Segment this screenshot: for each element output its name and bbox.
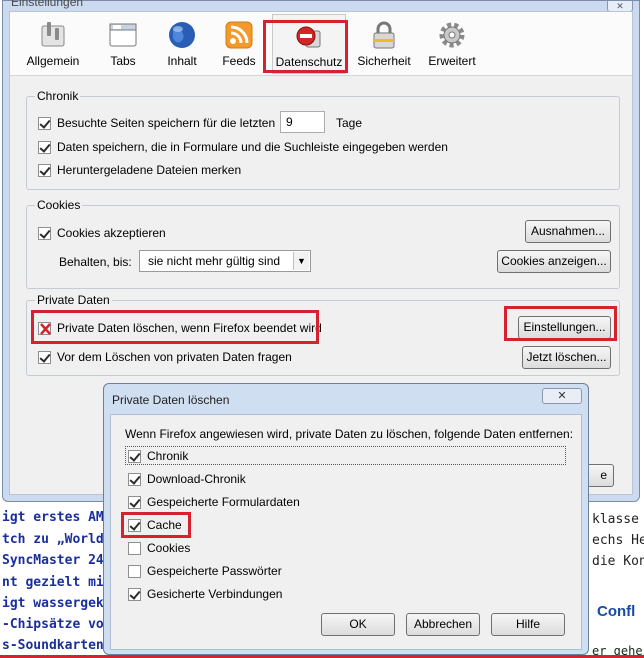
tab-feeds[interactable]: Feeds (216, 14, 262, 74)
save-form-data-row[interactable]: Daten speichern, die in Formulare und di… (38, 140, 448, 154)
clear-downloads-checkbox[interactable] (128, 472, 141, 486)
dialog-close-icon[interactable]: ✕ (542, 388, 582, 404)
clear-forms-checkbox[interactable] (128, 495, 141, 509)
bg-headline-link[interactable]: tch zu „World i (2, 532, 119, 547)
tab-inhalt[interactable]: Inhalt (158, 14, 206, 74)
clear-secure-connections-checkbox[interactable] (128, 587, 141, 601)
bg-article-link[interactable]: Confl (597, 603, 635, 620)
history-days-input[interactable] (280, 111, 325, 133)
accept-cookies-row[interactable]: Cookies akzeptieren (38, 226, 166, 240)
clear-item-label: Gespeicherte Passwörter (147, 564, 282, 578)
clear-item-form-data[interactable]: Gespeicherte Formulardaten (128, 495, 300, 509)
tab-erweitert[interactable]: Erweitert (424, 14, 480, 74)
bg-headline-link[interactable]: s-Soundkarten (2, 638, 104, 653)
tab-label: Inhalt (167, 54, 197, 68)
privacy-mask-icon (294, 21, 324, 51)
accept-cookies-label: Cookies akzeptieren (57, 226, 166, 240)
clear-item-cookies[interactable]: Cookies (128, 541, 190, 555)
bg-article-text: die Kon (592, 554, 644, 569)
clear-now-button[interactable]: Jetzt löschen... (522, 346, 611, 369)
focus-ring (125, 446, 566, 465)
tab-label: Erweitert (428, 54, 476, 68)
bg-article-text: echs Hea (592, 533, 644, 548)
save-form-data-checkbox[interactable] (38, 140, 51, 154)
clear-item-download-history[interactable]: Download-Chronik (128, 472, 246, 486)
bg-headline-link[interactable]: igt erstes AMD- (2, 510, 119, 525)
dialog-body: Wenn Firefox angewiesen wird, private Da… (110, 414, 582, 650)
tabs-window-icon (108, 20, 138, 50)
preferences-toolbar: Allgemein Tabs Inhalt Feeds Datenschutz … (10, 12, 632, 76)
accept-cookies-checkbox[interactable] (38, 226, 51, 240)
clear-item-label: Download-Chronik (147, 472, 246, 486)
chevron-down-icon: ▼ (293, 252, 309, 270)
history-legend: Chronik (35, 89, 81, 103)
tab-label: Tabs (110, 54, 136, 68)
remember-downloads-checkbox[interactable] (38, 163, 51, 177)
ask-before-clear-row[interactable]: Vor dem Löschen von privaten Daten frage… (38, 350, 292, 364)
ask-before-clear-label: Vor dem Löschen von privaten Daten frage… (57, 350, 292, 364)
clear-item-label: Gespeicherte Formulardaten (147, 495, 300, 509)
clear-cookies-checkbox[interactable] (128, 541, 141, 555)
clear-cache-checkbox[interactable] (128, 518, 141, 532)
clear-private-data-dialog: Private Daten löschen ✕ Wenn Firefox ang… (103, 383, 589, 655)
tab-label: Datenschutz (275, 55, 343, 69)
cookies-group: Cookies (26, 198, 620, 289)
keep-until-label: Behalten, bis: (59, 255, 132, 269)
cookie-exceptions-button[interactable]: Ausnahmen... (525, 220, 611, 243)
clear-item-history[interactable]: Chronik (128, 449, 188, 463)
globe-icon (167, 20, 197, 50)
gear-icon (437, 20, 467, 50)
window-title: Einstellungen (11, 0, 84, 9)
tab-label: Sicherheit (357, 54, 411, 68)
ok-button[interactable]: OK (321, 613, 395, 636)
clear-item-passwords[interactable]: Gespeicherte Passwörter (128, 564, 282, 578)
rss-icon (224, 20, 254, 50)
clear-passwords-checkbox[interactable] (128, 564, 141, 578)
ask-before-clear-checkbox[interactable] (38, 350, 51, 364)
clear-on-exit-label: Private Daten löschen, wenn Firefox been… (57, 321, 322, 335)
bg-headline-link[interactable]: -Chipsätze von (2, 617, 112, 632)
tab-datenschutz[interactable]: Datenschutz (272, 14, 346, 74)
remember-downloads-row[interactable]: Heruntergeladene Dateien merken (38, 163, 241, 177)
cancel-button[interactable]: Abbrechen (406, 613, 480, 636)
bg-article-text: klasse v (592, 512, 644, 527)
dialog-intro-text: Wenn Firefox angewiesen wird, private Da… (125, 427, 574, 441)
clear-item-label: Gesicherte Verbindungen (147, 587, 283, 601)
clear-item-label: Cache (147, 518, 182, 532)
clear-on-exit-checkbox[interactable] (38, 321, 51, 335)
save-form-data-label: Daten speichern, die in Formulare und di… (57, 140, 448, 154)
tab-allgemein[interactable]: Allgemein (22, 14, 84, 74)
red-x-icon (40, 322, 51, 335)
clear-item-label: Chronik (147, 449, 189, 463)
remember-visited-checkbox[interactable] (38, 116, 51, 130)
clear-history-checkbox[interactable] (128, 449, 141, 463)
days-unit-label: Tage (336, 116, 363, 130)
padlock-icon (369, 20, 399, 50)
keep-until-select[interactable]: sie nicht mehr gültig sind ▼ (139, 250, 311, 272)
clear-on-exit-row[interactable]: Private Daten löschen, wenn Firefox been… (38, 321, 322, 335)
tab-tabs[interactable]: Tabs (100, 14, 146, 74)
cookies-legend: Cookies (35, 198, 83, 212)
remember-downloads-label: Heruntergeladene Dateien merken (57, 163, 242, 177)
keep-until-value: sie nicht mehr gültig sind (148, 254, 281, 268)
tab-sicherheit[interactable]: Sicherheit (356, 14, 412, 74)
remember-visited-row[interactable]: Besuchte Seiten speichern für die letzte… (38, 116, 275, 130)
show-cookies-button[interactable]: Cookies anzeigen... (497, 250, 611, 273)
bg-headline-link[interactable]: SyncMaster 24 (2, 553, 104, 568)
remember-visited-label: Besuchte Seiten speichern für die letzte… (57, 116, 276, 130)
private-data-settings-button[interactable]: Einstellungen... (518, 316, 611, 339)
help-button[interactable]: Hilfe (491, 613, 565, 636)
clear-item-label: Cookies (147, 541, 191, 555)
private-data-legend: Private Daten (35, 293, 112, 307)
clear-item-secure-connections[interactable]: Gesicherte Verbindungen (128, 587, 282, 601)
tab-label: Allgemein (26, 54, 80, 68)
tab-label: Feeds (222, 54, 256, 68)
dialog-title: Private Daten löschen (112, 393, 230, 407)
clear-item-cache[interactable]: Cache (128, 518, 182, 532)
switch-icon (38, 20, 68, 50)
